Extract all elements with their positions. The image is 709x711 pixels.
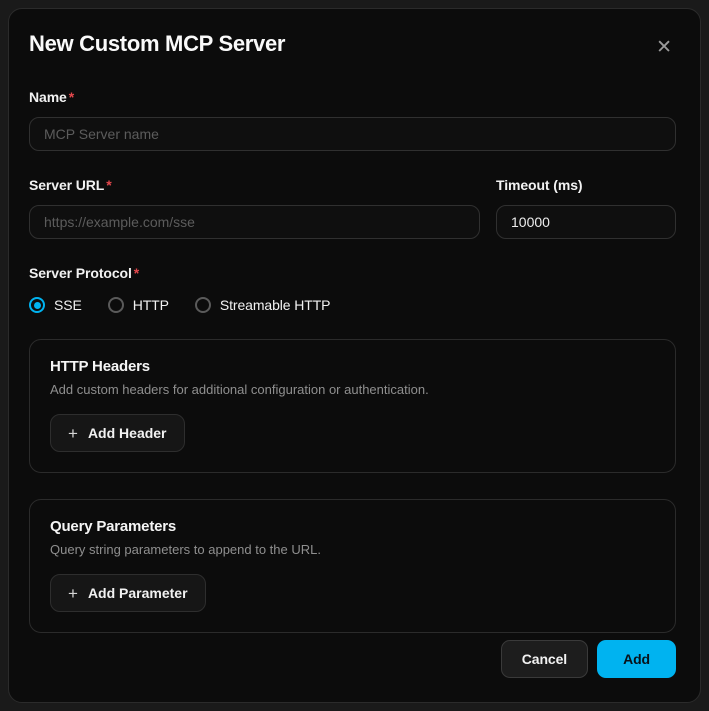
plus-icon: + <box>68 583 78 603</box>
radio-http[interactable]: HTTP <box>107 297 169 313</box>
server-url-label: Server URL * <box>29 177 112 193</box>
protocol-radio-group: SSE HTTP Streamable HTTP <box>29 297 676 313</box>
dialog-footer: Cancel Add <box>29 640 676 678</box>
dialog-header: New Custom MCP Server ✕ <box>29 31 676 61</box>
new-custom-mcp-server-dialog: New Custom MCP Server ✕ Name* Server URL… <box>8 8 701 703</box>
query-parameters-section: Query Parameters Query string parameters… <box>29 499 676 633</box>
close-icon[interactable]: ✕ <box>652 34 676 61</box>
name-input[interactable] <box>29 117 676 151</box>
timeout-label: Timeout (ms) <box>496 177 583 193</box>
add-parameter-button[interactable]: + Add Parameter <box>50 574 206 612</box>
plus-icon: + <box>68 423 78 443</box>
radio-sse[interactable]: SSE <box>29 297 82 313</box>
add-button[interactable]: Add <box>597 640 676 678</box>
add-parameter-button-label: Add Parameter <box>87 585 188 601</box>
radio-streamable-http-label: Streamable HTTP <box>219 297 331 313</box>
add-header-button[interactable]: + Add Header <box>50 414 185 452</box>
server-url-input[interactable] <box>29 205 480 239</box>
timeout-field-group: Timeout (ms) <box>496 177 676 239</box>
url-timeout-row: Server URL* Timeout (ms) <box>29 177 676 239</box>
timeout-input[interactable] <box>496 205 676 239</box>
name-label: Name * <box>29 89 75 105</box>
radio-sse-label: SSE <box>54 297 82 313</box>
cancel-button[interactable]: Cancel <box>500 640 589 678</box>
radio-http-label: HTTP <box>132 297 169 313</box>
dialog-title: New Custom MCP Server <box>29 31 286 56</box>
protocol-field-group: Server Protocol * SSE HTTP Streamable HTT… <box>29 265 676 313</box>
radio-unselected-icon <box>194 297 211 313</box>
name-field-group: Name * <box>29 89 676 151</box>
server-protocol-label: Server Protocol * <box>29 265 140 281</box>
server-url-field-group: Server URL * <box>29 177 480 239</box>
add-header-button-label: Add Header <box>87 425 167 441</box>
query-parameters-description: Query string parameters to append to the… <box>50 542 321 557</box>
radio-selected-icon <box>29 297 45 313</box>
query-parameters-title: Query Parameters <box>50 518 177 535</box>
required-asterisk: * <box>68 89 75 105</box>
http-headers-title: HTTP Headers <box>50 358 150 375</box>
radio-unselected-icon <box>107 297 124 313</box>
required-asterisk: * <box>133 265 140 281</box>
http-headers-description: Add custom headers for additional config… <box>50 382 429 397</box>
radio-streamable-http[interactable]: Streamable HTTP <box>194 297 331 313</box>
http-headers-section: HTTP Headers Add custom headers for addi… <box>29 339 676 473</box>
required-asterisk: * <box>106 177 112 193</box>
